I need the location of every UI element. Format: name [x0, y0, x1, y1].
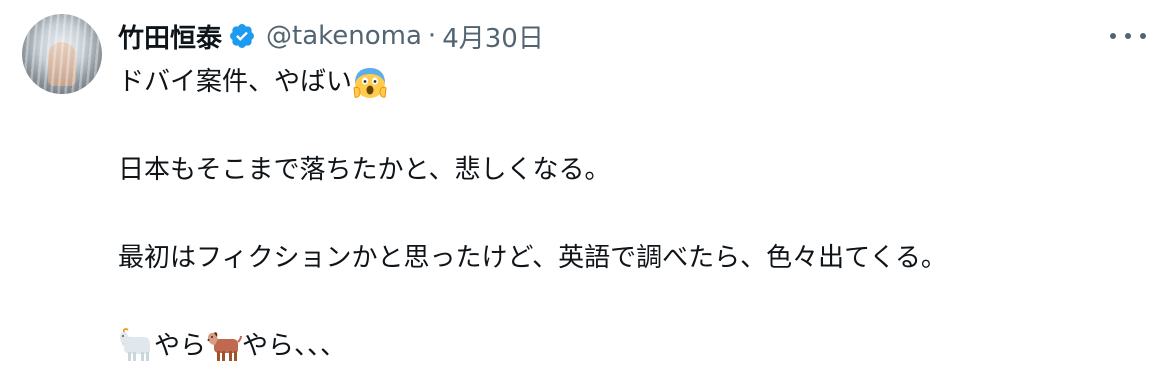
avatar[interactable]: [22, 14, 102, 94]
more-dot: [1110, 33, 1116, 39]
tweet-line-3: 最初はフィクションかと思ったけど、英語で調べたら、色々出てくる。: [118, 243, 947, 273]
tweet-date[interactable]: 4月30日: [442, 18, 544, 55]
author-handle[interactable]: @takenoma: [266, 21, 422, 51]
tweet-line: 日本もそこまで落ちたかと、悲しくなる。: [118, 148, 947, 192]
tweet-line-4a: やら: [154, 331, 207, 361]
tweet-header: 竹田恒泰 @takenoma · 4月30日: [118, 16, 544, 56]
more-options-icon[interactable]: [1110, 22, 1146, 50]
tweet-line: やら やら、、、: [118, 324, 947, 368]
goat-emoji: [120, 328, 150, 361]
tweet-line-2: 日本もそこまで落ちたかと、悲しくなる。: [118, 155, 611, 185]
face-screaming-in-fear-emoji: [353, 68, 387, 98]
tweet[interactable]: 竹田恒泰 @takenoma · 4月30日 ドバイ案件、やばい 日本もそこまで…: [0, 0, 1170, 370]
dog-emoji: [207, 332, 243, 361]
tweet-text: ドバイ案件、やばい 日本もそこまで落ちたかと、悲しくなる。 最初はフィクションか…: [118, 60, 947, 368]
separator-dot: ·: [427, 21, 437, 51]
author-name[interactable]: 竹田恒泰: [118, 18, 222, 55]
avatar-waterfall: [22, 14, 102, 94]
tweet-line: 最初はフィクションかと思ったけど、英語で調べたら、色々出てくる。: [118, 236, 947, 280]
tweet-line-4b: やら、、、: [242, 331, 347, 361]
more-dot: [1140, 33, 1146, 39]
verified-badge-icon: [230, 24, 254, 48]
tweet-line-1: ドバイ案件、やばい: [118, 67, 353, 97]
tweet-line: ドバイ案件、やばい: [118, 60, 947, 104]
more-dot: [1125, 33, 1131, 39]
